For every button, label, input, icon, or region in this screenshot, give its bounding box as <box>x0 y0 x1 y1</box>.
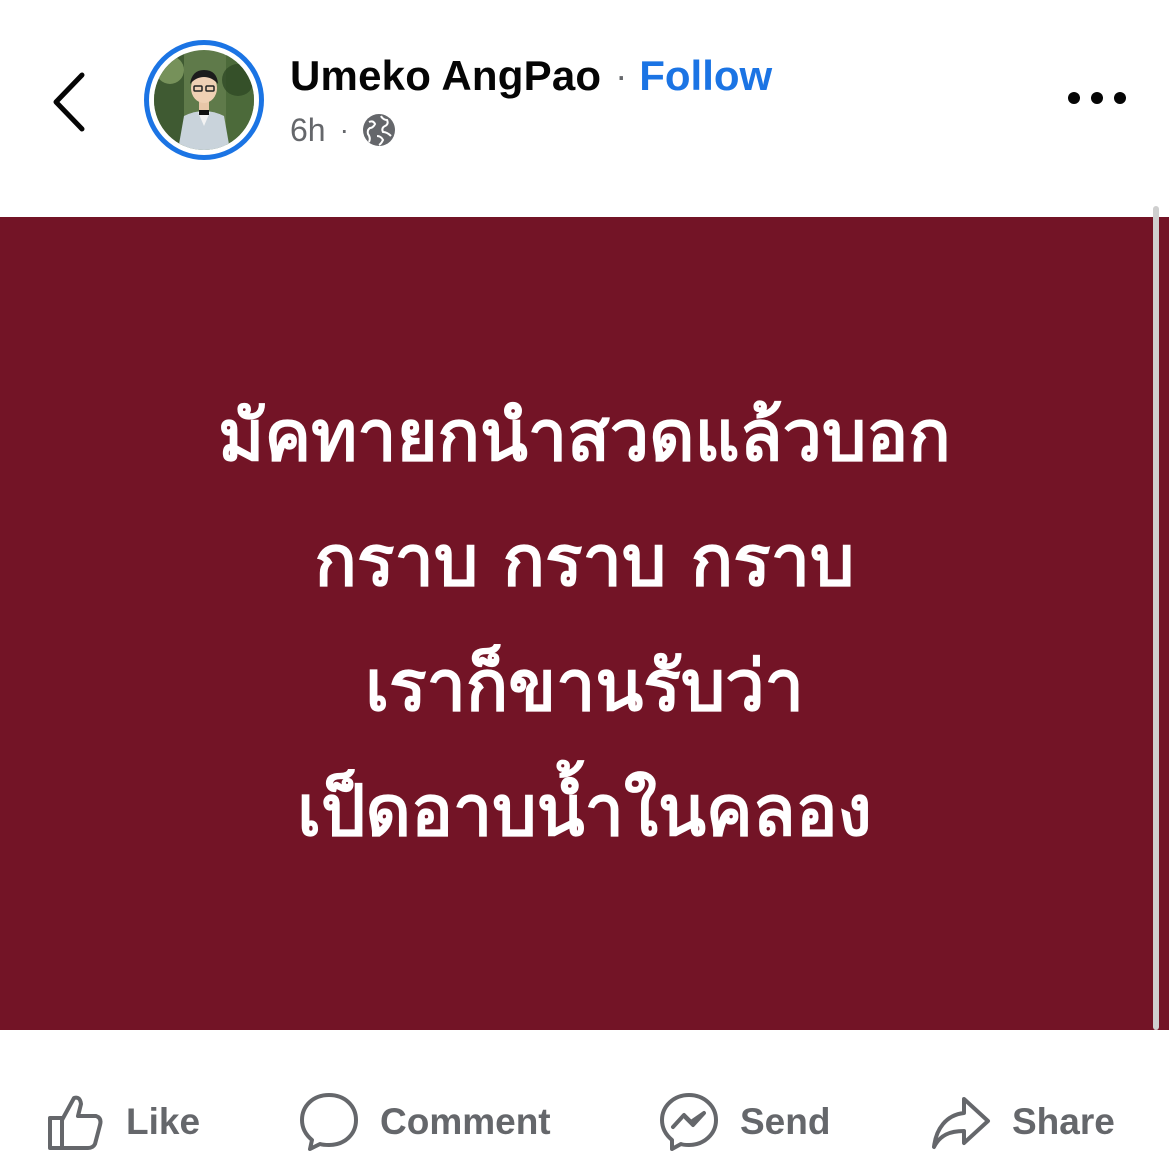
share-button[interactable]: Share <box>930 1082 1115 1162</box>
like-button[interactable]: Like <box>46 1082 200 1162</box>
post-content: มัคทายกนำสวดแล้วบอก กราบ กราบ กราบ เราก็… <box>0 217 1169 1030</box>
send-button[interactable]: Send <box>658 1082 830 1162</box>
follow-button[interactable]: Follow <box>639 52 772 100</box>
author-row: Umeko AngPao · Follow <box>290 50 772 102</box>
scrollbar[interactable] <box>1153 206 1159 1030</box>
post-line: มัคทายกนำสวดแล้วบอก <box>218 394 951 477</box>
globe-icon[interactable] <box>361 112 397 148</box>
comment-label: Comment <box>380 1101 551 1142</box>
author-name[interactable]: Umeko AngPao <box>290 52 601 100</box>
name-separator: · <box>615 55 628 96</box>
send-label: Send <box>740 1101 831 1142</box>
comment-icon <box>300 1093 358 1151</box>
post-meta: 6h · <box>290 110 397 150</box>
back-button[interactable] <box>40 62 100 142</box>
post-header: Umeko AngPao · Follow 6h · <box>0 0 1169 217</box>
share-label: Share <box>1012 1101 1115 1142</box>
comment-button[interactable]: Comment <box>298 1082 551 1162</box>
chevron-left-icon <box>53 72 85 132</box>
more-horizontal-icon <box>1068 92 1126 104</box>
action-bar: Like Comment Send Share <box>0 1030 1169 1169</box>
post-line: เป็ดอาบน้ำในคลอง <box>297 769 872 852</box>
thumbs-up-icon <box>48 1095 103 1150</box>
avatar-image <box>154 50 254 150</box>
post-line: เราก็ขานรับว่า <box>365 644 804 727</box>
meta-separator: · <box>339 114 349 145</box>
more-options-button[interactable] <box>1062 78 1132 118</box>
share-arrow-icon <box>932 1097 990 1149</box>
messenger-icon <box>660 1093 718 1151</box>
like-label: Like <box>126 1101 201 1142</box>
post-time[interactable]: 6h <box>290 112 326 149</box>
post-text: มัคทายกนำสวดแล้วบอก กราบ กราบ กราบ เราก็… <box>218 374 951 874</box>
avatar[interactable] <box>144 40 264 160</box>
post-line: กราบ กราบ กราบ <box>314 519 855 602</box>
